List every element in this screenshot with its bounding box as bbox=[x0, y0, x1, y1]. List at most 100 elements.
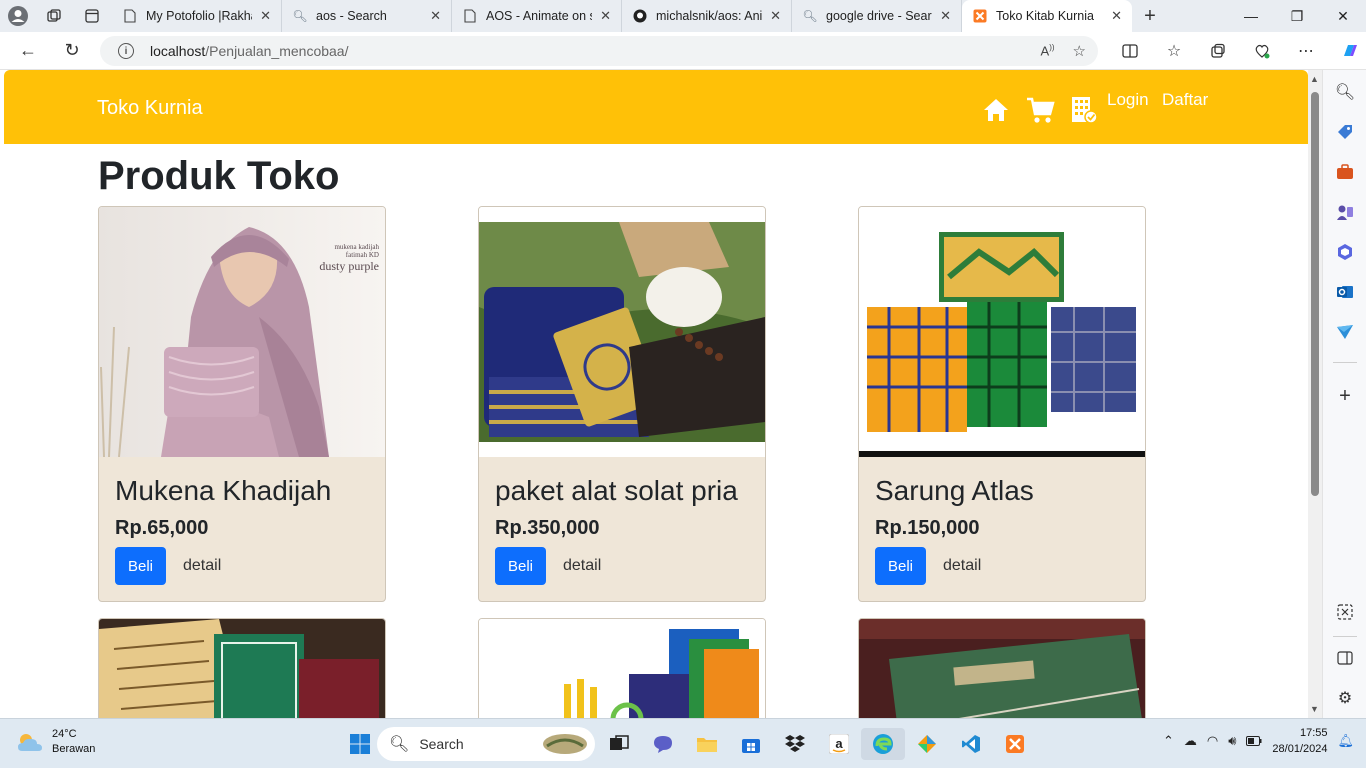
buy-button[interactable]: Beli bbox=[115, 547, 166, 585]
onedrive-icon[interactable]: ☁ bbox=[1184, 733, 1197, 749]
home-icon[interactable] bbox=[974, 90, 1018, 130]
close-window-icon[interactable]: ✕ bbox=[1320, 0, 1366, 32]
weather-widget[interactable]: 24°C Berawan bbox=[16, 727, 95, 757]
sidebar-search-icon[interactable]: 🔍︎ bbox=[1323, 78, 1366, 106]
browser-tab-2[interactable]: AOS - Animate on s ✕ bbox=[452, 0, 622, 32]
new-tab-button[interactable]: + bbox=[1132, 5, 1168, 28]
product-card bbox=[98, 618, 386, 718]
register-link[interactable]: Daftar bbox=[1162, 90, 1208, 110]
page-icon bbox=[462, 8, 478, 24]
workspaces-icon[interactable] bbox=[36, 0, 72, 32]
restore-icon[interactable]: ❐ bbox=[1274, 0, 1320, 32]
collections-icon[interactable] bbox=[1196, 32, 1240, 70]
clock-time: 17:55 bbox=[1299, 727, 1328, 739]
detail-link[interactable]: detail bbox=[943, 557, 981, 575]
sidebar-screenshot-icon[interactable] bbox=[1323, 598, 1366, 626]
url-path: /Penjualan_mencobaa/ bbox=[205, 43, 349, 59]
split-screen-icon[interactable] bbox=[1108, 32, 1152, 70]
scroll-down-icon[interactable]: ▼ bbox=[1310, 704, 1319, 714]
profile-icon[interactable] bbox=[0, 0, 36, 32]
sidebar-tools-icon[interactable] bbox=[1323, 158, 1366, 186]
store-app-icon[interactable] bbox=[729, 728, 773, 760]
chevron-up-icon[interactable]: ⌃ bbox=[1163, 733, 1174, 749]
xampp-icon[interactable] bbox=[993, 728, 1037, 760]
cart-icon[interactable] bbox=[1018, 90, 1062, 130]
buy-button[interactable]: Beli bbox=[495, 547, 546, 585]
sidebar-games-icon[interactable] bbox=[1323, 198, 1366, 226]
product-name: paket alat solat pria bbox=[495, 475, 738, 506]
refresh-button[interactable]: ↻ bbox=[50, 32, 94, 70]
chat-icon[interactable] bbox=[641, 728, 685, 760]
sidebar-toggle-icon[interactable] bbox=[1323, 644, 1366, 672]
battery-icon[interactable] bbox=[1246, 734, 1262, 749]
minimize-icon[interactable]: — bbox=[1228, 0, 1274, 32]
sidebar-m365-icon[interactable] bbox=[1323, 238, 1366, 266]
file-explorer-icon[interactable] bbox=[685, 728, 729, 760]
product-image-kitab bbox=[99, 619, 385, 718]
dropbox-icon[interactable] bbox=[773, 728, 817, 760]
product-price: Rp.350,000 bbox=[495, 517, 600, 539]
favorite-star-icon[interactable]: ☆ bbox=[1073, 42, 1086, 60]
page-scrollbar[interactable]: ▲ ▼ bbox=[1308, 70, 1322, 718]
url-field[interactable]: i localhost/Penjualan_mencobaa/ A)) ☆ bbox=[100, 36, 1098, 66]
browser-tab-5[interactable]: Toko Kitab Kurnia ✕ bbox=[962, 0, 1132, 32]
notification-bell-icon[interactable]: 🔔︎ bbox=[1337, 733, 1354, 749]
colorful-app-icon[interactable] bbox=[905, 728, 949, 760]
github-icon bbox=[632, 8, 648, 24]
tab-title: Toko Kitab Kurnia bbox=[996, 9, 1094, 23]
amazon-icon[interactable]: a bbox=[817, 728, 861, 760]
browser-tab-1[interactable]: 🔍︎ aos - Search ✕ bbox=[282, 0, 452, 32]
sidebar-outlook-icon[interactable] bbox=[1323, 278, 1366, 306]
browser-tab-0[interactable]: My Potofolio |Rakha ✕ bbox=[112, 0, 282, 32]
close-tab-icon[interactable]: ✕ bbox=[600, 8, 611, 24]
edge-icon[interactable] bbox=[861, 728, 905, 760]
product-card: Sarung Atlas Rp.150,000 Beli detail bbox=[858, 206, 1146, 602]
tab-title: michalsnik/aos: Ani bbox=[656, 9, 763, 23]
scrollbar-thumb[interactable] bbox=[1311, 92, 1319, 496]
sidebar-settings-icon[interactable]: ⚙ bbox=[1323, 684, 1366, 712]
tab-actions-icon[interactable] bbox=[72, 0, 112, 32]
taskbar-apps: a bbox=[597, 728, 1037, 760]
close-tab-icon[interactable]: ✕ bbox=[1111, 8, 1122, 24]
site-info-icon[interactable]: i bbox=[118, 43, 134, 59]
image-caption: mukena kadijah fatimah KD dusty purple bbox=[295, 243, 379, 274]
scroll-up-icon[interactable]: ▲ bbox=[1310, 74, 1319, 84]
close-tab-icon[interactable]: ✕ bbox=[430, 8, 441, 24]
buy-button[interactable]: Beli bbox=[875, 547, 926, 585]
windows-start-icon[interactable] bbox=[338, 728, 382, 760]
browser-essentials-icon[interactable] bbox=[1240, 32, 1284, 70]
back-button[interactable]: ← bbox=[6, 32, 50, 70]
product-image-sarong bbox=[859, 207, 1145, 457]
sidebar-drop-icon[interactable] bbox=[1323, 318, 1366, 346]
product-card bbox=[858, 618, 1146, 718]
taskbar-search[interactable]: 🔍︎ Search bbox=[377, 727, 595, 761]
detail-link[interactable]: detail bbox=[183, 557, 221, 575]
close-tab-icon[interactable]: ✕ bbox=[770, 8, 781, 24]
more-options-icon[interactable]: ⋯ bbox=[1284, 32, 1328, 70]
site-brand[interactable]: Toko Kurnia bbox=[97, 97, 203, 120]
close-tab-icon[interactable]: ✕ bbox=[260, 8, 271, 24]
detail-link[interactable]: detail bbox=[563, 557, 601, 575]
store-icon[interactable] bbox=[1062, 90, 1106, 130]
taskbar-clock[interactable]: 17:55 28/01/2024 bbox=[1272, 725, 1327, 757]
sidebar-separator bbox=[1333, 362, 1357, 363]
task-view-icon[interactable] bbox=[597, 728, 641, 760]
read-aloud-icon[interactable]: A)) bbox=[1041, 43, 1055, 58]
sidebar-shopping-icon[interactable] bbox=[1323, 118, 1366, 146]
product-image-prayer-set bbox=[479, 207, 765, 457]
copilot-icon[interactable] bbox=[1328, 32, 1366, 70]
search-icon: 🔍︎ bbox=[389, 736, 410, 753]
xampp-icon bbox=[972, 8, 988, 24]
browser-tab-3[interactable]: michalsnik/aos: Ani ✕ bbox=[622, 0, 792, 32]
login-link[interactable]: Login bbox=[1107, 90, 1149, 110]
vscode-icon[interactable] bbox=[949, 728, 993, 760]
svg-text:a: a bbox=[835, 736, 843, 751]
volume-icon[interactable]: 🔊︎ bbox=[1228, 733, 1236, 749]
browser-tab-4[interactable]: 🔍︎ google drive - Searc ✕ bbox=[792, 0, 962, 32]
close-tab-icon[interactable]: ✕ bbox=[940, 8, 951, 24]
favorites-icon[interactable]: ☆ bbox=[1152, 32, 1196, 70]
address-bar-row: ← ↻ i localhost/Penjualan_mencobaa/ A)) … bbox=[0, 32, 1366, 70]
wifi-icon[interactable]: ◠ bbox=[1207, 733, 1218, 749]
sidebar-add-icon[interactable]: + bbox=[1323, 382, 1366, 410]
browser-tab-bar: My Potofolio |Rakha ✕ 🔍︎ aos - Search ✕ … bbox=[0, 0, 1366, 32]
